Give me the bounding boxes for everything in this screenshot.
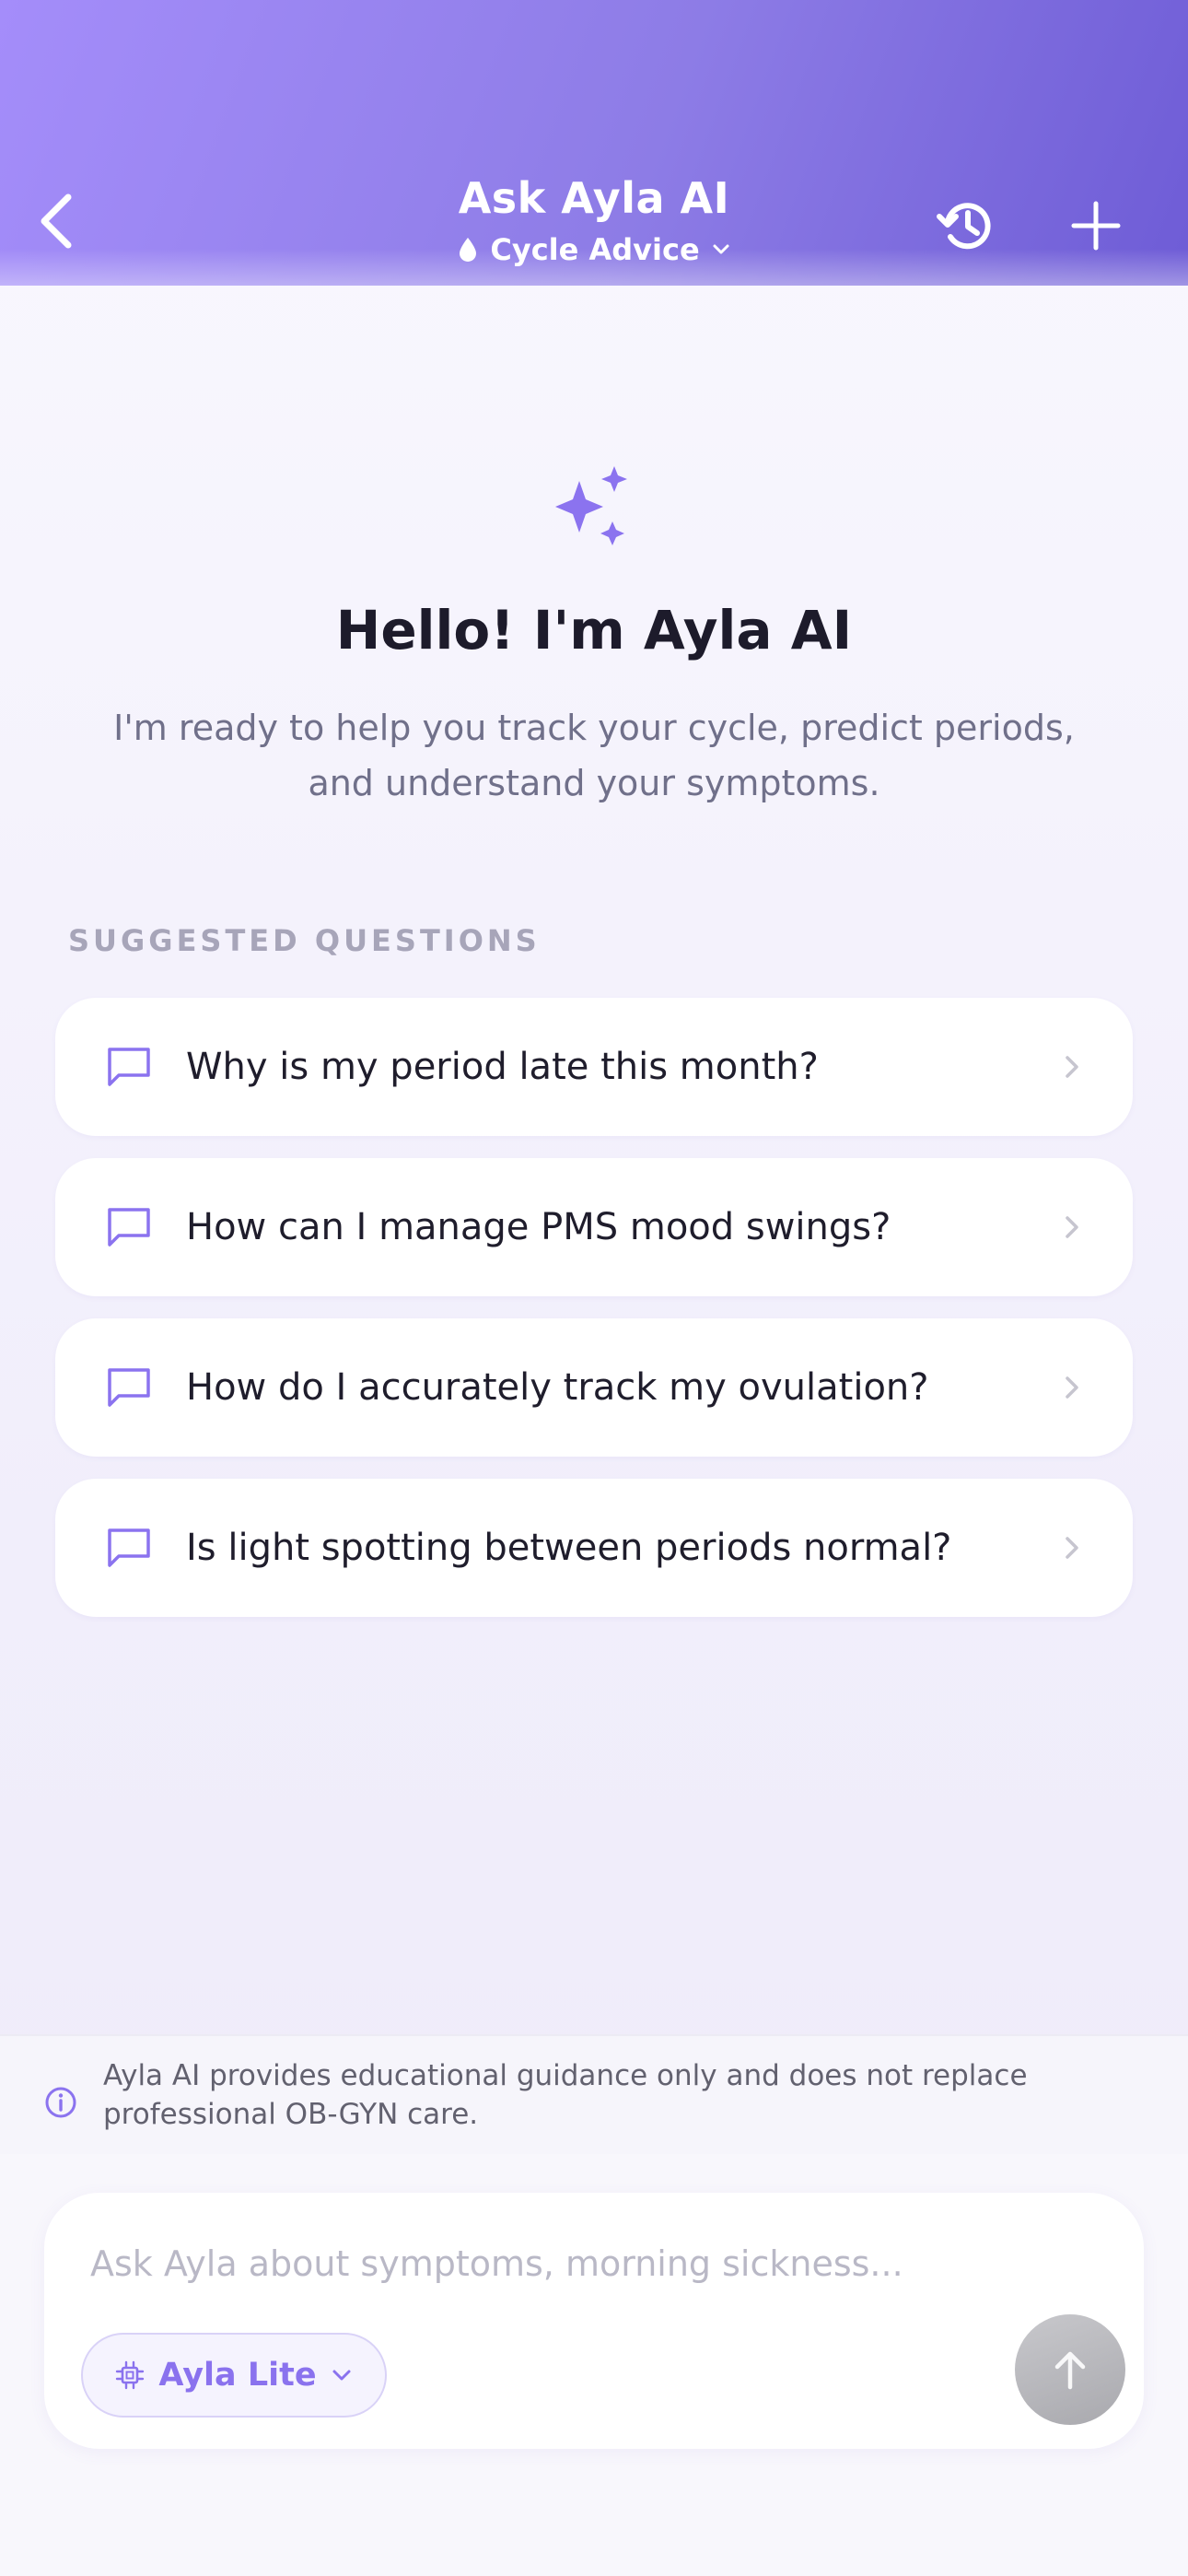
sparkles-icon: [555, 466, 627, 545]
suggested-question-text: Why is my period late this month?: [186, 1046, 819, 1088]
chat-bubble-icon: [108, 1048, 150, 1086]
suggested-question-text: How can I manage PMS mood swings?: [186, 1206, 891, 1248]
chevron-right-icon: [1066, 1376, 1078, 1399]
chevron-left-icon: [41, 193, 72, 249]
history-button[interactable]: [930, 189, 1004, 263]
suggested-question[interactable]: How can I manage PMS mood swings?: [55, 1158, 1133, 1296]
suggested-question-text: Is light spotting between periods normal…: [186, 1527, 952, 1569]
send-button[interactable]: [1015, 2314, 1125, 2425]
chevron-right-icon: [1066, 1216, 1078, 1238]
suggested-question[interactable]: Is light spotting between periods normal…: [55, 1479, 1133, 1617]
chevron-right-icon: [1066, 1537, 1078, 1559]
page-title: Ask Ayla AI: [458, 173, 730, 223]
chip-icon: [116, 2360, 145, 2390]
chevron-right-icon: [1066, 1056, 1078, 1078]
chat-bubble-icon: [108, 1208, 150, 1247]
chat-bubble-icon: [108, 1528, 150, 1567]
chat-bubble-icon: [108, 1368, 150, 1407]
suggested-questions-list: Why is my period late this month? How ca…: [55, 998, 1133, 1639]
plus-icon: [1071, 201, 1121, 251]
greeting-heading: Hello! I'm Ayla AI: [335, 599, 853, 662]
chevron-down-icon: [332, 2370, 351, 2381]
model-label: Ayla Lite: [158, 2357, 317, 2394]
mode-selector[interactable]: Cycle Advice: [410, 228, 778, 271]
model-selector[interactable]: Ayla Lite: [81, 2333, 387, 2418]
disclaimer-text: Ayla AI provides educational guidance on…: [103, 2059, 1028, 2131]
suggested-question[interactable]: How do I accurately track my ovulation?: [55, 1318, 1133, 1457]
info-icon: [45, 2087, 76, 2118]
back-button[interactable]: [28, 184, 83, 258]
message-composer: Ayla Lite: [44, 2193, 1144, 2449]
greeting-text: I'm ready to help you track your cycle, …: [113, 708, 1075, 803]
message-input[interactable]: [90, 2231, 1057, 2296]
header: Ask Ayla AI Cycle Advice: [0, 0, 1188, 286]
mode-label: Cycle Advice: [490, 232, 700, 267]
disclaimer-banner: Ayla AI provides educational guidance on…: [0, 2034, 1188, 2154]
history-icon: [937, 203, 991, 250]
suggested-question-text: How do I accurately track my ovulation?: [186, 1366, 929, 1409]
suggested-question[interactable]: Why is my period late this month?: [55, 998, 1133, 1136]
chevron-down-icon: [713, 244, 729, 254]
arrow-up-icon: [1054, 2351, 1086, 2390]
new-chat-button[interactable]: [1059, 189, 1133, 263]
chat-screen: Ask Ayla AI Cycle Advice Hello! I'm Ayla…: [0, 0, 1188, 2576]
suggested-questions-label: SUGGESTED QUESTIONS: [68, 923, 541, 958]
drop-icon: [460, 238, 477, 262]
